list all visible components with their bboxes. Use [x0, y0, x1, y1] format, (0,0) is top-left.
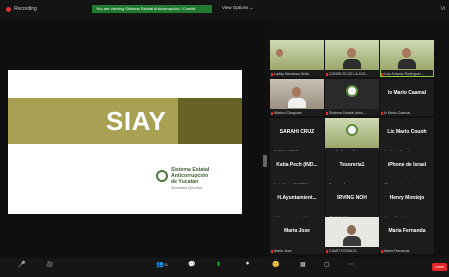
recording-label: Recording: [14, 6, 37, 12]
video-camera-icon: 🎥: [46, 262, 54, 268]
participant-label: Maria Fernanda: [381, 249, 432, 253]
apps-icon: ▦: [300, 262, 306, 268]
participant-video: [380, 40, 434, 70]
participant-name: Tesoreria1: [339, 162, 365, 168]
participant-label: Iv Mario Caamal: [381, 111, 432, 115]
record-icon: ⏺: [246, 261, 250, 267]
share-screen-button[interactable]: ⬆: [216, 261, 221, 268]
participant-name: Maria Jose: [284, 228, 310, 234]
participant-tile[interactable]: Lic Mario Couoh Lic Mario Couoh: [380, 118, 434, 155]
mic-muted-icon: [381, 249, 383, 253]
record-dot-icon: [6, 6, 11, 12]
participant-name: Iv Mario Caamal: [387, 90, 427, 96]
participant-video: [270, 79, 324, 109]
organization-logo-icon: [156, 170, 168, 182]
participant-tile[interactable]: Marisol Cheguaie: [270, 79, 324, 116]
video-button[interactable]: 🎥: [46, 261, 53, 268]
participant-name: SARAHI CRUZ: [279, 129, 315, 135]
leave-button[interactable]: Leave: [432, 263, 447, 271]
mic-muted-icon: [271, 111, 273, 115]
reactions-button[interactable]: 🙂: [272, 261, 279, 268]
reactions-icon: 🙂: [272, 262, 280, 268]
participant-name: iPhone de Israel: [387, 162, 427, 168]
mic-muted-icon: [271, 249, 273, 253]
presentation-slide: SIAY Sistema Estatal Anticorrupción de Y…: [8, 70, 242, 214]
mic-muted-icon: [326, 249, 328, 253]
recording-indicator[interactable]: Recording: [6, 6, 37, 12]
participant-tile[interactable]: Tesoreria1 Tesoreria1: [325, 151, 379, 188]
more-icon: ⋯: [348, 262, 354, 268]
participant-name: IRVING NOH: [337, 195, 367, 201]
view-options-button[interactable]: View Options ⌄: [222, 5, 253, 11]
mute-button[interactable]: 🎤: [18, 261, 25, 268]
participant-label: Luis Antonio Rodríguez ...: [381, 72, 432, 76]
participant-tile[interactable]: CONSEJO DE LA JUD...: [325, 40, 379, 77]
participants-count: 31: [163, 262, 168, 267]
participant-name: Henry Montejo: [389, 195, 425, 201]
participant-label: CONSEJO DE LA JUD...: [326, 72, 377, 76]
participant-tile[interactable]: Sistema Estatal Antic...: [325, 79, 379, 116]
organization-logo-icon: [346, 85, 358, 97]
participant-name: Lic Mario Couoh: [387, 129, 427, 135]
participants-button[interactable]: 👥31: [156, 261, 168, 268]
share-banner: You are viewing Sistema Estatal Anticorr…: [92, 5, 212, 13]
participant-tile[interactable]: CAMIT ROSADO: [325, 217, 379, 254]
participant-tile[interactable]: Laddy Mendoza Sella: [270, 40, 324, 77]
participant-tile[interactable]: SARAHI CRUZ SARAHI CRUZ: [270, 118, 324, 155]
mic-muted-icon: [381, 111, 383, 115]
organization-subtitle: Secretaría Ejecutiva: [171, 186, 203, 190]
record-button[interactable]: ⏺: [246, 261, 249, 268]
participant-tile[interactable]: H.Ayuntamient... H.Ayuntamiento de Y...: [270, 184, 324, 221]
participant-video: [325, 79, 379, 109]
participant-label: Sistema Estatal Antic...: [326, 111, 377, 115]
mic-muted-icon: [381, 72, 383, 76]
organization-name: Sistema Estatal Anticorrupción de Yucatá…: [171, 167, 210, 185]
participant-label: CAMIT ROSADO: [326, 249, 377, 253]
participant-label: Marisol Cheguaie: [271, 111, 322, 115]
participant-name: H.Ayuntamient...: [277, 195, 317, 201]
participant-label: Laddy Mendoza Sella: [271, 72, 322, 76]
share-screen-icon: ⬆: [216, 262, 222, 268]
participant-tile[interactable]: iPhone de Israel iPhone de Israel: [380, 151, 434, 188]
participant-tile[interactable]: Luz Guillermo Galván...: [325, 118, 379, 155]
participant-gallery: Laddy Mendoza Sella CONSEJO DE LA JUD...…: [266, 38, 449, 260]
participant-tile-active-speaker[interactable]: Luis Antonio Rodríguez ...: [380, 40, 434, 77]
participant-tile[interactable]: Katia Pech (IND... Katia Pech (INDERM): [270, 151, 324, 188]
slide-title: SIAY: [106, 106, 167, 136]
participant-label: Maria Jose: [271, 249, 322, 253]
mic-muted-icon: [326, 111, 328, 115]
whiteboard-icon: ▢: [324, 262, 330, 268]
whiteboards-button[interactable]: ▢: [324, 261, 330, 268]
participant-name: Maria Fernanda: [388, 228, 426, 234]
slide-band-dark: [178, 98, 242, 144]
chat-icon: 💬: [188, 262, 196, 268]
participant-tile[interactable]: IRVING NOH IRVING NOH: [325, 184, 379, 221]
mic-muted-icon: [326, 72, 328, 76]
participant-tile[interactable]: Iv Mario Caamal Iv Mario Caamal: [380, 79, 434, 116]
participant-tile[interactable]: Maria Jose Maria Jose: [270, 217, 324, 254]
meeting-toolbar: 🎤 🎥 👥31 💬 ⬆ ⏺ 🙂 ▦ ▢ ⋯ Leave: [0, 258, 449, 277]
view-button[interactable]: Vi: [441, 6, 445, 12]
participant-tile[interactable]: Maria Fernanda Maria Fernanda: [380, 217, 434, 254]
participant-video: [325, 118, 379, 148]
participant-video: [270, 40, 324, 70]
microphone-icon: 🎤: [18, 262, 26, 268]
mic-muted-icon: [271, 72, 273, 76]
participant-tile[interactable]: Henry Montejo Henry Montejo: [380, 184, 434, 221]
apps-button[interactable]: ▦: [300, 261, 306, 268]
chat-button[interactable]: 💬: [188, 261, 195, 268]
participant-video: [325, 217, 379, 247]
organization-logo-icon: [346, 124, 358, 136]
participant-video: [325, 40, 379, 70]
shared-screen: SIAY Sistema Estatal Anticorrupción de Y…: [0, 18, 267, 258]
top-bar: Recording You are viewing Sistema Estata…: [0, 0, 449, 18]
more-button[interactable]: ⋯: [348, 261, 354, 268]
participant-name: Katia Pech (IND...: [276, 162, 318, 168]
